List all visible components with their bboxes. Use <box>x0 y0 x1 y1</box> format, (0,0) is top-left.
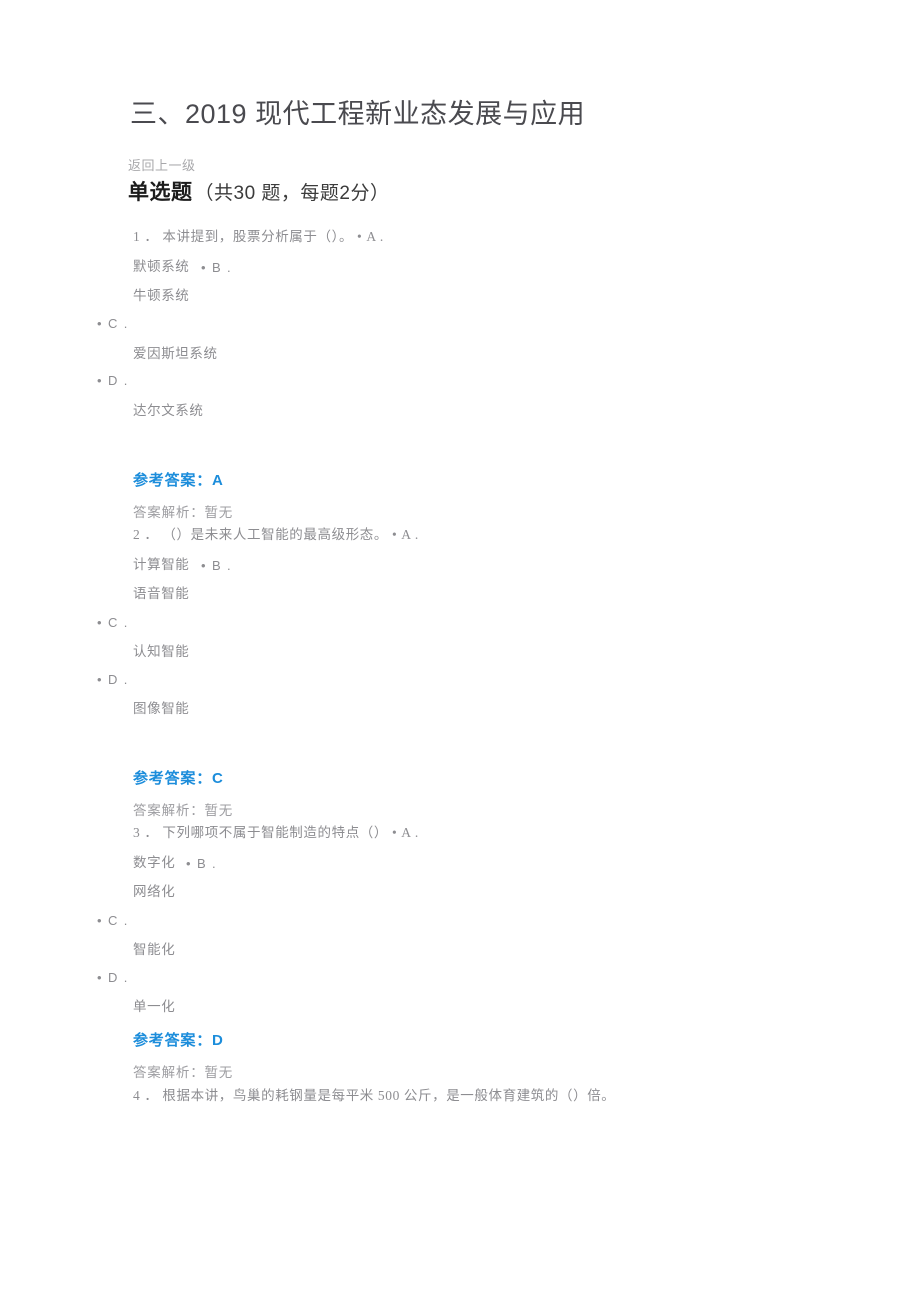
reference-answer: 参考答案：D <box>133 1032 224 1049</box>
question-stem-line: 2 ． （）是未来人工智能的最高级形态。 • A . <box>133 527 419 542</box>
section-heading: 单选题 （共30 题，每题2分） <box>128 182 389 203</box>
option-b-text-line[interactable]: 网络化 <box>133 884 175 900</box>
quiz-page: 三、2019 现代工程新业态发展与应用 返回上一级 单选题 （共30 题，每题2分… <box>0 0 920 1302</box>
question-stem-line: 3 ． 下列哪项不属于智能制造的特点（） • A . <box>133 825 419 840</box>
option-c-marker[interactable]: • C . <box>97 316 129 331</box>
option-d-marker[interactable]: • D . <box>97 672 129 687</box>
option-c-marker[interactable]: • C . <box>97 615 129 630</box>
answer-analysis: 答案解析：暂无 <box>133 803 234 818</box>
option-a-text-line[interactable]: 数字化 <box>133 855 175 871</box>
reference-answer: 参考答案：A <box>133 472 224 489</box>
option-c-text-line[interactable]: 认知智能 <box>133 644 189 660</box>
option-b-inline-marker[interactable]: • B . <box>201 260 232 275</box>
option-b-inline-marker[interactable]: • B . <box>201 558 232 573</box>
section-heading-meta: （共30 题，每题2分） <box>194 183 390 204</box>
option-d-text-line[interactable]: 达尔文系统 <box>133 403 204 419</box>
option-b-text-line[interactable]: 牛顿系统 <box>133 288 189 304</box>
answer-analysis: 答案解析：暂无 <box>133 1065 234 1080</box>
option-d-marker[interactable]: • D . <box>97 970 129 985</box>
answer-analysis: 答案解析：暂无 <box>133 505 234 520</box>
option-a-text-line[interactable]: 计算智能 <box>133 557 189 573</box>
back-to-parent-link[interactable]: 返回上一级 <box>128 155 196 174</box>
option-d-text-line[interactable]: 单一化 <box>133 999 175 1015</box>
option-d-text-line[interactable]: 图像智能 <box>133 701 189 717</box>
question-stem-line: 4 ． 根据本讲，鸟巢的耗钢量是每平米 500 公斤，是一般体育建筑的（）倍。 <box>133 1088 616 1103</box>
option-b-inline-marker[interactable]: • B . <box>186 856 217 871</box>
option-c-text-line[interactable]: 爱因斯坦系统 <box>133 346 218 362</box>
option-a-text-line[interactable]: 默顿系统 <box>133 259 189 275</box>
option-c-text-line[interactable]: 智能化 <box>133 942 175 958</box>
option-d-marker[interactable]: • D . <box>97 373 129 388</box>
section-heading-name: 单选题 <box>128 181 193 204</box>
option-c-marker[interactable]: • C . <box>97 913 129 928</box>
option-b-text-line[interactable]: 语音智能 <box>133 586 189 602</box>
question-stem-line: 1 ． 本讲提到，股票分析属于（）。 • A . <box>133 229 384 244</box>
reference-answer: 参考答案：C <box>133 770 224 787</box>
page-title: 三、2019 现代工程新业态发展与应用 <box>130 99 586 129</box>
